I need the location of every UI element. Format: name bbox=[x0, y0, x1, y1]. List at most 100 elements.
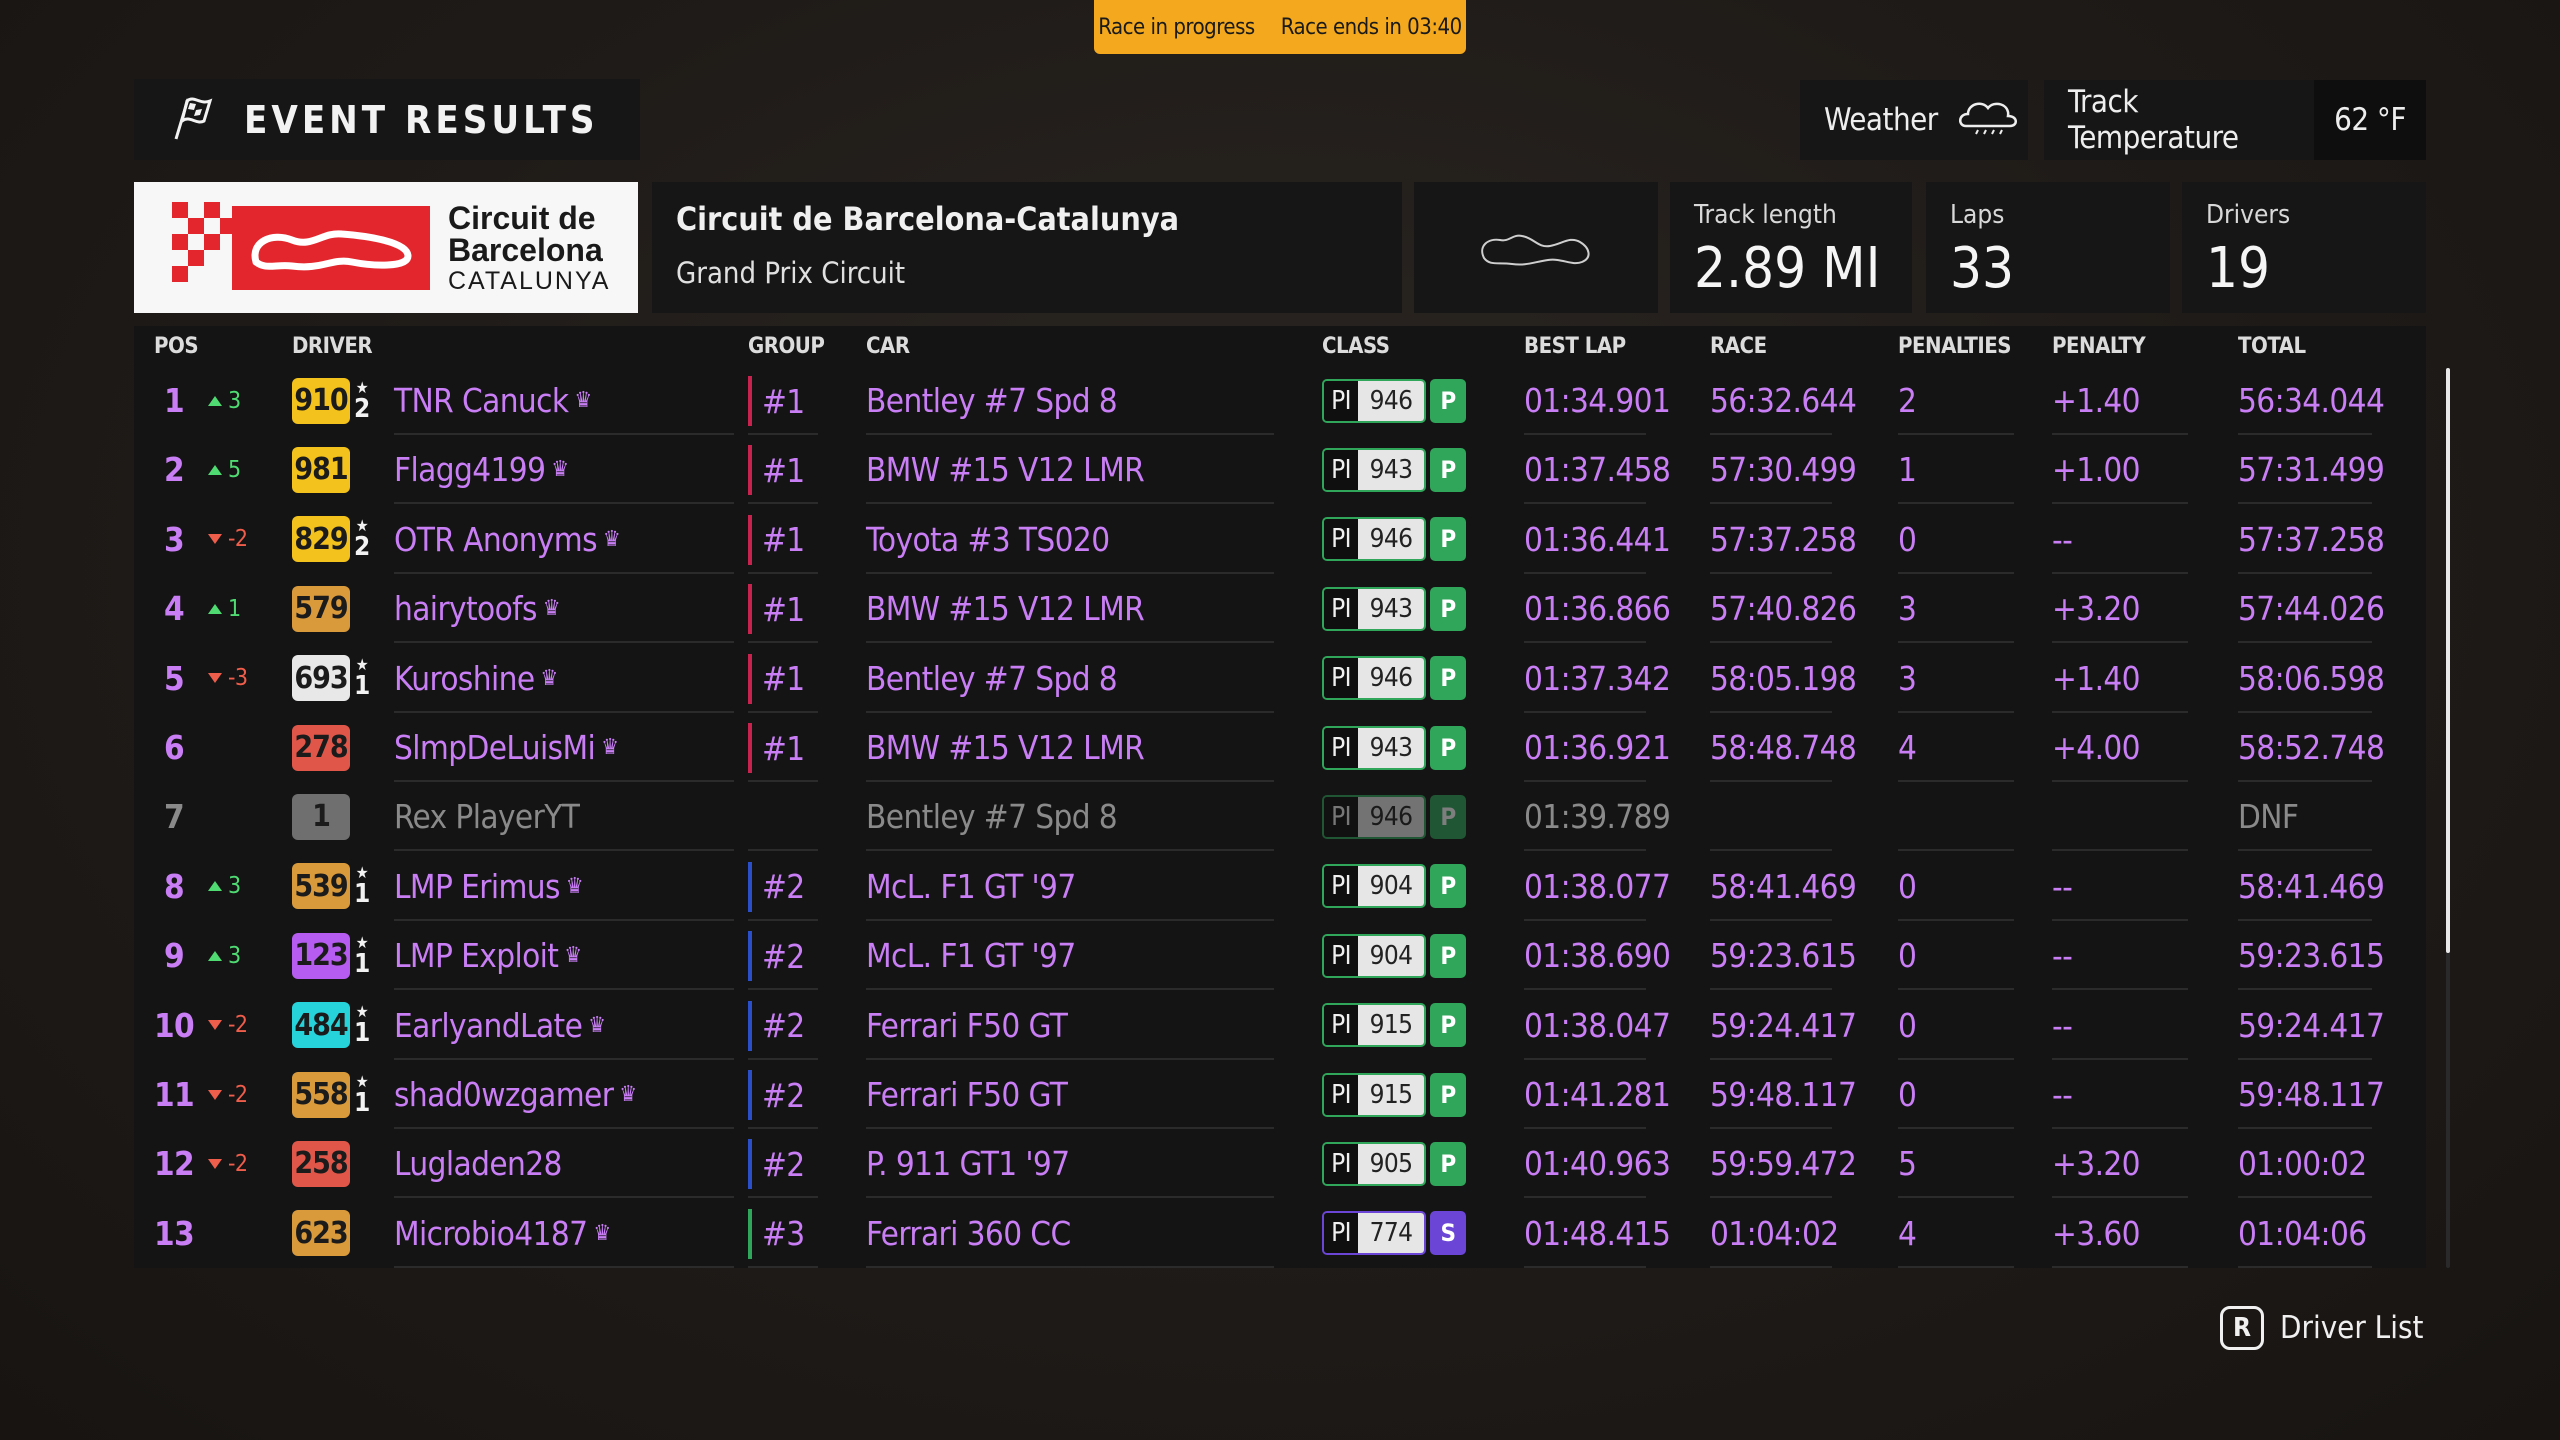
pi-rating: PI 946 bbox=[1322, 656, 1426, 701]
position-change: -2 bbox=[208, 505, 248, 574]
race-time: 58:41.469 bbox=[1710, 866, 1857, 906]
driver-name[interactable]: hairytoofs ♛ bbox=[394, 574, 561, 643]
col-penalty: PENALTY bbox=[2052, 334, 2146, 359]
driver-name[interactable]: Kuroshine ♛ bbox=[394, 644, 558, 713]
best-lap: 01:38.690 bbox=[1524, 936, 1671, 976]
star-rank-value: 1 bbox=[354, 879, 370, 910]
driver-name-text: EarlyandLate bbox=[394, 1005, 583, 1045]
track-temperature-label: Track Temperature bbox=[2068, 84, 2239, 156]
pi-value: 915 bbox=[1358, 1005, 1424, 1046]
star-rank: ★ 2 bbox=[354, 518, 370, 561]
class-letter: P bbox=[1430, 725, 1466, 770]
star-rank: ★ 2 bbox=[354, 379, 370, 422]
star-rank: ★ 1 bbox=[354, 657, 370, 700]
divider bbox=[1710, 1265, 1832, 1268]
driver-name-text: TNR Canuck bbox=[394, 381, 569, 420]
results-scrollbar[interactable] bbox=[2446, 368, 2450, 1268]
table-row[interactable]: 9 3 123 ★ 1 LMP Exploit ♛ #2 McL. F1 GT '97 PI 904… bbox=[134, 921, 2426, 991]
rating-badge: 1 bbox=[292, 793, 350, 840]
track-outline-icon bbox=[1481, 234, 1590, 265]
pi-label: PI bbox=[1324, 1213, 1358, 1254]
driver-name-text: shad0wzgamer bbox=[394, 1075, 614, 1114]
car-name: Ferrari F50 GT bbox=[866, 1005, 1068, 1045]
drivers-value: 19 bbox=[2206, 236, 2271, 301]
class-letter: P bbox=[1430, 378, 1466, 423]
table-row[interactable]: 3 -2 829 ★ 2 OTR Anonyms ♛ #1 Toyota #3 TS020 PI 9… bbox=[134, 505, 2426, 574]
driver-name[interactable]: Microbio4187 ♛ bbox=[394, 1199, 611, 1268]
total-time: 58:06.598 bbox=[2238, 658, 2385, 698]
driver-name[interactable]: SlmpDeLuisMi ♛ bbox=[394, 713, 619, 782]
table-row[interactable]: 7 1 Rex PlayerYT Bentley #7 Spd 8 PI 946 P 01:3… bbox=[134, 782, 2426, 852]
table-row[interactable]: 2 5 981 Flagg4199 ♛ #1 BMW #15 V12 LMR PI 943 P 01… bbox=[134, 435, 2426, 505]
pi-rating: PI 904 bbox=[1322, 933, 1426, 978]
table-row[interactable]: 1 3 910 ★ 2 TNR Canuck ♛ #1 Bentley #7 Spd 8 PI 94… bbox=[134, 366, 2426, 435]
penalty-time: +4.00 bbox=[2052, 728, 2141, 767]
penalties-count: 2 bbox=[1898, 381, 1917, 420]
results-table[interactable]: POS DRIVER GROUP CAR CLASS BEST LAP RACE… bbox=[134, 326, 2426, 1268]
driver-name[interactable]: Rex PlayerYT bbox=[394, 782, 580, 851]
laps-label: Laps bbox=[1950, 200, 2005, 230]
driver-name[interactable]: EarlyandLate ♛ bbox=[394, 991, 606, 1060]
driver-name-text: Kuroshine bbox=[394, 658, 535, 698]
driver-list-button[interactable]: R Driver List bbox=[2220, 1306, 2423, 1350]
best-lap: 01:37.342 bbox=[1524, 658, 1671, 698]
penalty-time: -- bbox=[2052, 519, 2073, 559]
arrow-down-icon bbox=[208, 1020, 222, 1031]
total-time: 56:34.044 bbox=[2238, 381, 2385, 420]
driver-name-text: SlmpDeLuisMi bbox=[394, 728, 596, 767]
table-row[interactable]: 12 -2 258 Lugladen28 #2 P. 911 GT1 '97 PI 905 P 0… bbox=[134, 1129, 2426, 1199]
divider bbox=[2052, 1265, 2188, 1268]
track-length-value: 2.89 MI bbox=[1694, 236, 1881, 301]
arrow-down-icon bbox=[208, 534, 222, 545]
car-name: Bentley #7 Spd 8 bbox=[866, 381, 1118, 420]
pi-value: 915 bbox=[1358, 1074, 1424, 1115]
pi-rating: PI 904 bbox=[1322, 864, 1426, 909]
crown-icon: ♛ bbox=[551, 457, 569, 483]
best-lap: 01:40.963 bbox=[1524, 1144, 1671, 1184]
car-name: BMW #15 V12 LMR bbox=[866, 728, 1145, 767]
divider bbox=[1524, 1265, 1646, 1268]
total-time: 01:04:06 bbox=[2238, 1213, 2367, 1253]
table-row[interactable]: 5 -3 693 ★ 1 Kuroshine ♛ #1 Bentley #7 Spd 8 PI 94… bbox=[134, 644, 2426, 713]
driver-name[interactable]: TNR Canuck ♛ bbox=[394, 366, 592, 435]
divider bbox=[1898, 1265, 2014, 1268]
driver-rating: 829 ★ 2 bbox=[292, 505, 370, 574]
laps-panel: Laps 33 bbox=[1926, 182, 2170, 313]
group: #1 bbox=[748, 653, 805, 704]
race-time: 59:23.615 bbox=[1710, 936, 1857, 976]
arrow-up-icon bbox=[208, 881, 222, 892]
driver-rating: 258 bbox=[292, 1129, 350, 1198]
table-row[interactable]: 10 -2 484 ★ 1 EarlyandLate ♛ #2 Ferrari F50 GT PI… bbox=[134, 991, 2426, 1060]
table-row[interactable]: 4 1 579 hairytoofs ♛ #1 BMW #15 V12 LMR PI 943 P 0… bbox=[134, 574, 2426, 644]
driver-name[interactable]: LMP Exploit ♛ bbox=[394, 921, 582, 990]
performance-class: PI 946 P bbox=[1322, 782, 1466, 851]
car-divider bbox=[866, 1265, 1274, 1268]
total-time: 57:44.026 bbox=[2238, 589, 2385, 629]
driver-name[interactable]: LMP Erimus ♛ bbox=[394, 852, 584, 921]
total-time: 57:37.258 bbox=[2238, 519, 2385, 559]
scrollbar-thumb[interactable] bbox=[2446, 368, 2450, 953]
table-row[interactable]: 13 623 Microbio4187 ♛ #3 Ferrari 360 CC PI 774 S… bbox=[134, 1199, 2426, 1268]
driver-name[interactable]: Lugladen28 bbox=[394, 1129, 562, 1198]
driver-name[interactable]: Flagg4199 ♛ bbox=[394, 435, 569, 504]
performance-class: PI 774 S bbox=[1322, 1199, 1466, 1268]
driver-name[interactable]: shad0wzgamer ♛ bbox=[394, 1060, 637, 1129]
race-time: 57:40.826 bbox=[1710, 589, 1857, 629]
position-change: -2 bbox=[208, 1129, 248, 1198]
star-rank: ★ 1 bbox=[354, 865, 370, 910]
driver-name[interactable]: OTR Anonyms ♛ bbox=[394, 505, 621, 574]
col-race: RACE bbox=[1710, 334, 1767, 359]
table-row[interactable]: 11 -2 558 ★ 1 shad0wzgamer ♛ #2 Ferrari F50 GT PI… bbox=[134, 1060, 2426, 1129]
driver-rating: 623 bbox=[292, 1199, 350, 1268]
pi-label: PI bbox=[1324, 796, 1358, 837]
position-change: 5 bbox=[208, 435, 241, 504]
table-row[interactable]: 6 278 SlmpDeLuisMi ♛ #1 BMW #15 V12 LMR PI 943 P… bbox=[134, 713, 2426, 782]
driver-rating: 1 bbox=[292, 782, 350, 851]
table-row[interactable]: 8 3 539 ★ 1 LMP Erimus ♛ #2 McL. F1 GT '97 PI 904 P… bbox=[134, 852, 2426, 921]
performance-class: PI 904 P bbox=[1322, 921, 1466, 990]
race-time: 56:32.644 bbox=[1710, 381, 1857, 420]
track-info-panel: Circuit de Barcelona-Catalunya Grand Pri… bbox=[652, 182, 1402, 313]
star-rank: ★ 1 bbox=[354, 934, 370, 977]
pi-label: PI bbox=[1324, 588, 1358, 629]
track-length-label: Track length bbox=[1694, 200, 1837, 230]
